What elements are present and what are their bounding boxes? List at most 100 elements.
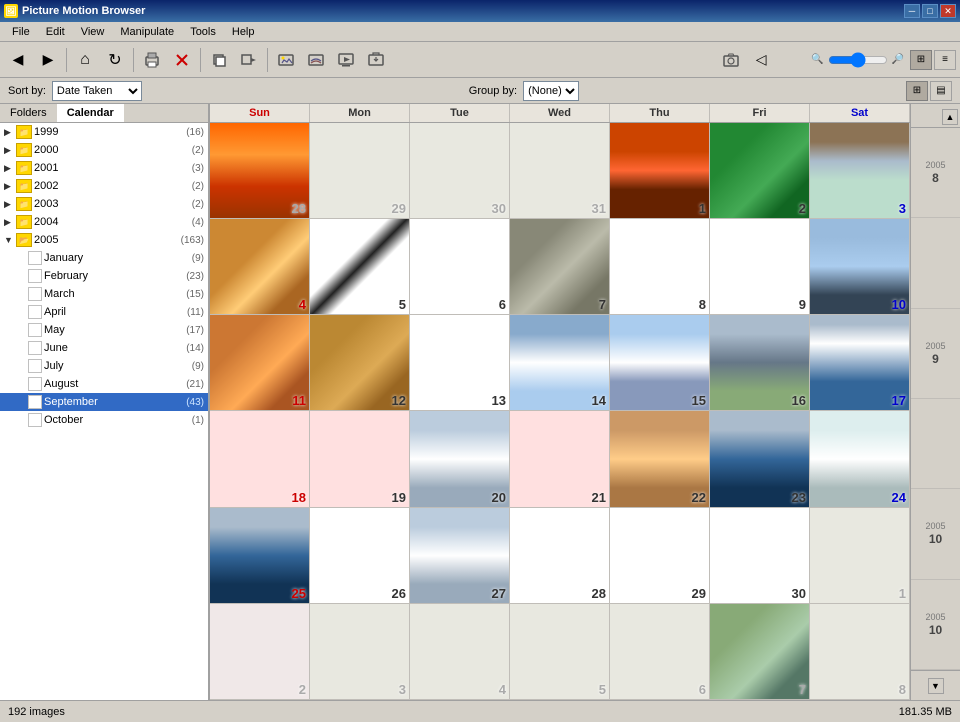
cal-cell-sep8[interactable]: 8 xyxy=(610,219,710,314)
cal-cell-sep19[interactable]: 19 xyxy=(310,411,410,506)
cal-cell-oct7[interactable]: 7 xyxy=(710,604,810,699)
cal-cell-sep10[interactable]: 10 xyxy=(810,219,910,314)
folder-item-january[interactable]: January (9) xyxy=(0,249,208,267)
cal-cell-sep20[interactable]: 20 xyxy=(410,411,510,506)
cal-cell-sep7[interactable]: 7 xyxy=(510,219,610,314)
folder-item-2002[interactable]: ▶ 📁 2002 (2) xyxy=(0,177,208,195)
close-button[interactable]: ✕ xyxy=(940,4,956,18)
folder-item-2005[interactable]: ▼ 📂 2005 (163) xyxy=(0,231,208,249)
enhance-button[interactable] xyxy=(302,46,330,74)
menu-manipulate[interactable]: Manipulate xyxy=(112,24,182,40)
cal-cell-sep11[interactable]: 11 xyxy=(210,315,310,410)
cal-cell-oct1[interactable]: 1 xyxy=(810,508,910,603)
export-button[interactable] xyxy=(362,46,390,74)
cal-cell-sep16[interactable]: 16 xyxy=(710,315,810,410)
print-button[interactable] xyxy=(138,46,166,74)
folder-item-march[interactable]: March (15) xyxy=(0,285,208,303)
cal-cell-sep13[interactable]: 13 xyxy=(410,315,510,410)
refresh-button[interactable]: ↻ xyxy=(101,46,129,74)
back-button[interactable]: ◀ xyxy=(4,46,32,74)
folder-item-2001[interactable]: ▶ 📁 2001 (3) xyxy=(0,159,208,177)
cal-cell-sep30[interactable]: 30 xyxy=(710,508,810,603)
cal-cell-sep17[interactable]: 17 xyxy=(810,315,910,410)
camera-view-button[interactable] xyxy=(717,46,745,74)
folder-item-2000[interactable]: ▶ 📁 2000 (2) xyxy=(0,141,208,159)
tab-calendar[interactable]: Calendar xyxy=(57,104,124,122)
prev-nav-button[interactable]: ◁ xyxy=(747,46,775,74)
cal-cell-sep9[interactable]: 9 xyxy=(710,219,810,314)
cal-cell-sep15[interactable]: 15 xyxy=(610,315,710,410)
cal-cell-aug31[interactable]: 31 xyxy=(510,123,610,218)
cal-cell-sep24[interactable]: 24 xyxy=(810,411,910,506)
thumbnail-view-button[interactable]: ⊞ xyxy=(906,81,928,101)
day-num-11: 11 xyxy=(292,393,306,408)
menu-view[interactable]: View xyxy=(73,24,113,40)
cal-cell-sep21[interactable]: 21 xyxy=(510,411,610,506)
expand-arrow-2005: ▼ xyxy=(4,235,16,245)
cal-cell-sep4[interactable]: 4 xyxy=(210,219,310,314)
cal-cell-sep6[interactable]: 6 xyxy=(410,219,510,314)
folder-item-may[interactable]: May (17) xyxy=(0,321,208,339)
delete-icon xyxy=(173,51,191,69)
cal-cell-oct2[interactable]: 2 xyxy=(210,604,310,699)
detail-view-button[interactable]: ▤ xyxy=(930,81,952,101)
cal-cell-sep2[interactable]: 2 xyxy=(710,123,810,218)
cal-cell-oct5[interactable]: 5 xyxy=(510,604,610,699)
cal-cell-oct6[interactable]: 6 xyxy=(610,604,710,699)
forward-button[interactable]: ▶ xyxy=(34,46,62,74)
menu-help[interactable]: Help xyxy=(224,24,263,40)
folder-item-june[interactable]: June (14) xyxy=(0,339,208,357)
scroll-up-button[interactable]: ▲ xyxy=(942,109,958,125)
sort-select[interactable]: Date Taken File Name Date Modified File … xyxy=(52,81,142,101)
title-controls[interactable]: ─ □ ✕ xyxy=(904,4,956,18)
folder-item-july[interactable]: July (9) xyxy=(0,357,208,375)
move-button[interactable] xyxy=(235,46,263,74)
folder-item-october[interactable]: October (1) xyxy=(0,411,208,429)
cal-cell-aug30[interactable]: 30 xyxy=(410,123,510,218)
zoom-slider[interactable] xyxy=(828,52,888,68)
cal-cell-sep14[interactable]: 14 xyxy=(510,315,610,410)
cal-cell-sep22[interactable]: 22 xyxy=(610,411,710,506)
cal-cell-sep12[interactable]: 12 xyxy=(310,315,410,410)
folder-item-february[interactable]: February (23) xyxy=(0,267,208,285)
folder-icon-2003: 📁 xyxy=(16,197,32,211)
group-label: Group by: xyxy=(469,85,517,97)
scroll-down-button[interactable]: ▼ xyxy=(928,678,944,694)
folder-item-april[interactable]: April (11) xyxy=(0,303,208,321)
cal-cell-sep3[interactable]: 3 xyxy=(810,123,910,218)
slideshow-button[interactable] xyxy=(332,46,360,74)
folder-item-august[interactable]: August (21) xyxy=(0,375,208,393)
grid-view-button[interactable]: ⊞ xyxy=(910,50,932,70)
cal-cell-sep5[interactable]: 5 xyxy=(310,219,410,314)
cal-cell-oct3[interactable]: 3 xyxy=(310,604,410,699)
delete-button[interactable] xyxy=(168,46,196,74)
cal-cell-sep1[interactable]: 1 xyxy=(610,123,710,218)
edit-photo-button[interactable] xyxy=(272,46,300,74)
folder-item-2003[interactable]: ▶ 📁 2003 (2) xyxy=(0,195,208,213)
tab-folders[interactable]: Folders xyxy=(0,104,57,122)
cal-cell-sep26[interactable]: 26 xyxy=(310,508,410,603)
group-select[interactable]: (None) Date Folder xyxy=(523,81,579,101)
cal-cell-sep28[interactable]: 28 xyxy=(510,508,610,603)
folder-item-september[interactable]: September (43) xyxy=(0,393,208,411)
cal-cell-oct8[interactable]: 8 xyxy=(810,604,910,699)
restore-button[interactable]: □ xyxy=(922,4,938,18)
home-button[interactable]: ⌂ xyxy=(71,46,99,74)
menu-edit[interactable]: Edit xyxy=(38,24,73,40)
folder-item-1999[interactable]: ▶ 📁 1999 (16) xyxy=(0,123,208,141)
menu-tools[interactable]: Tools xyxy=(182,24,224,40)
copy-button[interactable] xyxy=(205,46,233,74)
folder-item-2004[interactable]: ▶ 📁 2004 (4) xyxy=(0,213,208,231)
list-view-button[interactable]: ≡ xyxy=(934,50,956,70)
cal-cell-sep18[interactable]: 18 xyxy=(210,411,310,506)
cal-cell-oct4[interactable]: 4 xyxy=(410,604,510,699)
cal-cell-aug28[interactable]: 28 xyxy=(210,123,310,218)
app-title: Picture Motion Browser xyxy=(22,5,145,17)
cal-cell-sep23[interactable]: 23 xyxy=(710,411,810,506)
cal-cell-aug29[interactable]: 29 xyxy=(310,123,410,218)
cal-cell-sep29[interactable]: 29 xyxy=(610,508,710,603)
minimize-button[interactable]: ─ xyxy=(904,4,920,18)
cal-cell-sep27[interactable]: 27 xyxy=(410,508,510,603)
cal-cell-sep25[interactable]: 25 xyxy=(210,508,310,603)
menu-file[interactable]: File xyxy=(4,24,38,40)
